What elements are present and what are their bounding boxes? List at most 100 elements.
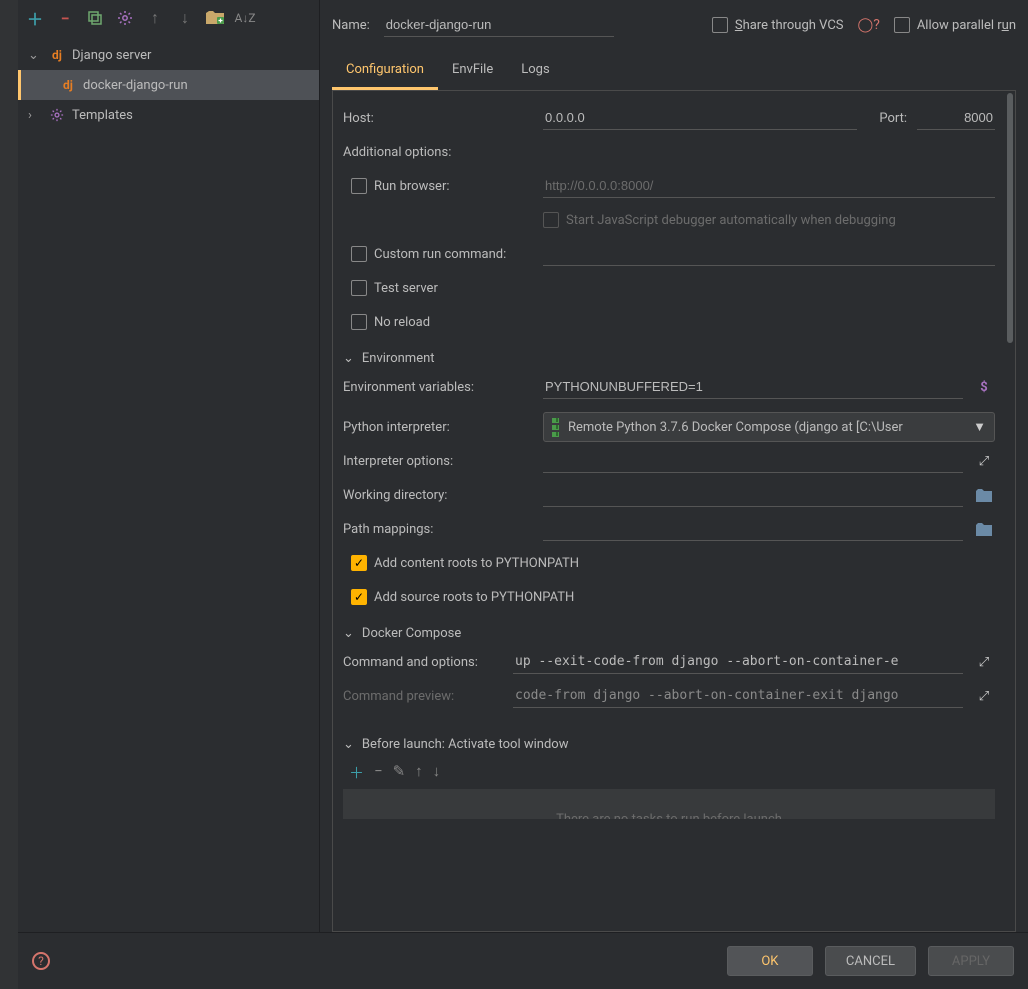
allow-parallel-label: Allow parallel run: [917, 18, 1016, 33]
scrollbar[interactable]: [1007, 93, 1013, 343]
share-label: Share through VCS: [735, 18, 844, 33]
no-reload-checkbox[interactable]: No reload: [351, 314, 430, 330]
settings-button[interactable]: [114, 7, 136, 29]
checkbox-icon: [351, 280, 367, 296]
checkbox-icon: ✓: [351, 589, 367, 605]
remove-task-button[interactable]: −: [374, 762, 383, 783]
tab-configuration[interactable]: Configuration: [332, 52, 438, 90]
add-source-roots-checkbox[interactable]: ✓ Add source roots to PYTHONPATH: [351, 589, 574, 605]
checkbox-icon: [543, 212, 559, 228]
add-content-roots-checkbox[interactable]: ✓ Add content roots to PYTHONPATH: [351, 555, 579, 571]
command-options-label: Command and options:: [343, 655, 503, 670]
help-icon[interactable]: ◯?: [858, 17, 880, 33]
python-interpreter-dropdown[interactable]: Remote Python 3.7.6 Docker Compose (djan…: [543, 412, 995, 442]
tree-label: Django server: [72, 48, 151, 63]
edit-task-button[interactable]: ✎: [393, 762, 406, 783]
remove-config-button[interactable]: −: [54, 7, 76, 29]
django-icon: dj: [59, 78, 77, 92]
share-vcs-checkbox[interactable]: Share through VCS: [712, 17, 844, 33]
env-vars-label: Environment variables:: [343, 380, 533, 395]
main-panel: Name: Share through VCS ◯? Allow paralle…: [320, 0, 1028, 932]
allow-parallel-checkbox[interactable]: Allow parallel run: [894, 17, 1016, 33]
chevron-down-icon: ⌄: [28, 48, 42, 63]
custom-run-checkbox[interactable]: Custom run command:: [351, 246, 533, 262]
checkbox-icon: ✓: [351, 555, 367, 571]
run-browser-checkbox[interactable]: Run browser:: [351, 178, 533, 194]
move-down-button[interactable]: ↓: [174, 7, 196, 29]
move-task-up-button[interactable]: ↑: [415, 762, 423, 783]
chevron-down-icon: ⌄: [343, 626, 354, 641]
new-folder-button[interactable]: [204, 7, 226, 29]
tab-envfile[interactable]: EnvFile: [438, 52, 507, 90]
path-mappings-input[interactable]: [543, 517, 963, 541]
help-button[interactable]: ?: [32, 952, 50, 970]
expand-icon[interactable]: ⤢: [973, 689, 995, 704]
chevron-down-icon: ⌄: [343, 351, 354, 366]
interpreter-options-input[interactable]: [543, 449, 963, 473]
tab-logs[interactable]: Logs: [507, 52, 563, 90]
port-input[interactable]: [917, 106, 995, 130]
test-server-checkbox[interactable]: Test server: [351, 280, 438, 296]
before-launch-list: There are no tasks to run before launch: [343, 789, 995, 819]
add-source-label: Add source roots to PYTHONPATH: [374, 590, 574, 605]
name-input[interactable]: [384, 13, 614, 37]
folder-icon[interactable]: [973, 523, 995, 536]
port-label: Port:: [867, 111, 907, 126]
add-task-button[interactable]: ＋: [349, 762, 364, 783]
sort-button[interactable]: A↓Z: [234, 7, 256, 29]
add-content-label: Add content roots to PYTHONPATH: [374, 556, 579, 571]
checkbox-icon: [351, 178, 367, 194]
start-js-label: Start JavaScript debugger automatically …: [566, 213, 896, 228]
tree-templates[interactable]: › Templates: [18, 100, 319, 130]
tree-toolbar: ＋ − ↑ ↓ A↓Z: [18, 0, 319, 36]
ok-button[interactable]: OK: [727, 946, 813, 976]
dialog-footer: ? OK CANCEL APPLY: [18, 932, 1028, 989]
before-launch-section-toggle[interactable]: ⌄ Before launch: Activate tool window: [343, 737, 995, 752]
remote-interpreter-icon: [552, 418, 560, 437]
browser-url-input[interactable]: [543, 174, 995, 198]
tree-django-server[interactable]: ⌄ dj Django server: [18, 40, 319, 70]
before-launch-toolbar: ＋ − ✎ ↑ ↓: [343, 756, 995, 789]
folder-icon[interactable]: [973, 489, 995, 502]
custom-run-input[interactable]: [543, 242, 995, 266]
config-tree: ⌄ dj Django server dj docker-django-run …: [18, 36, 319, 932]
path-mappings-label: Path mappings:: [343, 522, 533, 537]
expand-icon[interactable]: ⤢: [973, 454, 995, 469]
env-vars-input[interactable]: [543, 375, 963, 399]
environment-section-toggle[interactable]: ⌄ Environment: [343, 351, 995, 366]
tree-label: Templates: [72, 108, 133, 123]
add-config-button[interactable]: ＋: [24, 7, 46, 29]
expand-icon[interactable]: ⤢: [973, 655, 995, 670]
no-tasks-label: There are no tasks to run before launch: [556, 812, 782, 819]
host-input[interactable]: [543, 106, 857, 130]
django-icon: dj: [48, 48, 66, 62]
no-reload-label: No reload: [374, 315, 430, 330]
checkbox-icon: [351, 246, 367, 262]
docker-compose-section-toggle[interactable]: ⌄ Docker Compose: [343, 626, 995, 641]
tree-docker-django-run[interactable]: dj docker-django-run: [18, 70, 319, 100]
copy-config-button[interactable]: [84, 7, 106, 29]
interpreter-options-label: Interpreter options:: [343, 454, 533, 469]
gear-icon: [48, 108, 66, 122]
working-dir-input[interactable]: [543, 483, 963, 507]
command-preview-label: Command preview:: [343, 689, 503, 704]
cancel-button[interactable]: CANCEL: [825, 946, 916, 976]
config-tabs: Configuration EnvFile Logs: [320, 50, 1028, 90]
config-header: Name: Share through VCS ◯? Allow paralle…: [320, 0, 1028, 50]
custom-run-label: Custom run command:: [374, 247, 506, 262]
chevron-down-icon: ⌄: [343, 737, 354, 752]
test-server-label: Test server: [374, 281, 438, 296]
checkbox-icon: [894, 17, 910, 33]
run-config-tree-panel: ＋ − ↑ ↓ A↓Z ⌄ dj Django server dj docker…: [18, 0, 320, 932]
before-launch-label: Before launch: Activate tool window: [362, 737, 569, 752]
python-interpreter-label: Python interpreter:: [343, 420, 533, 435]
interpreter-value: Remote Python 3.7.6 Docker Compose (djan…: [568, 420, 965, 435]
run-browser-label: Run browser:: [374, 179, 450, 194]
config-form: Host: Port: Additional options: Run brow…: [332, 90, 1016, 932]
command-options-input[interactable]: [513, 650, 963, 674]
move-up-button[interactable]: ↑: [144, 7, 166, 29]
move-task-down-button[interactable]: ↓: [433, 762, 441, 783]
checkbox-icon: [712, 17, 728, 33]
tree-label: docker-django-run: [83, 78, 188, 93]
env-vars-edit-icon[interactable]: $: [973, 380, 995, 395]
